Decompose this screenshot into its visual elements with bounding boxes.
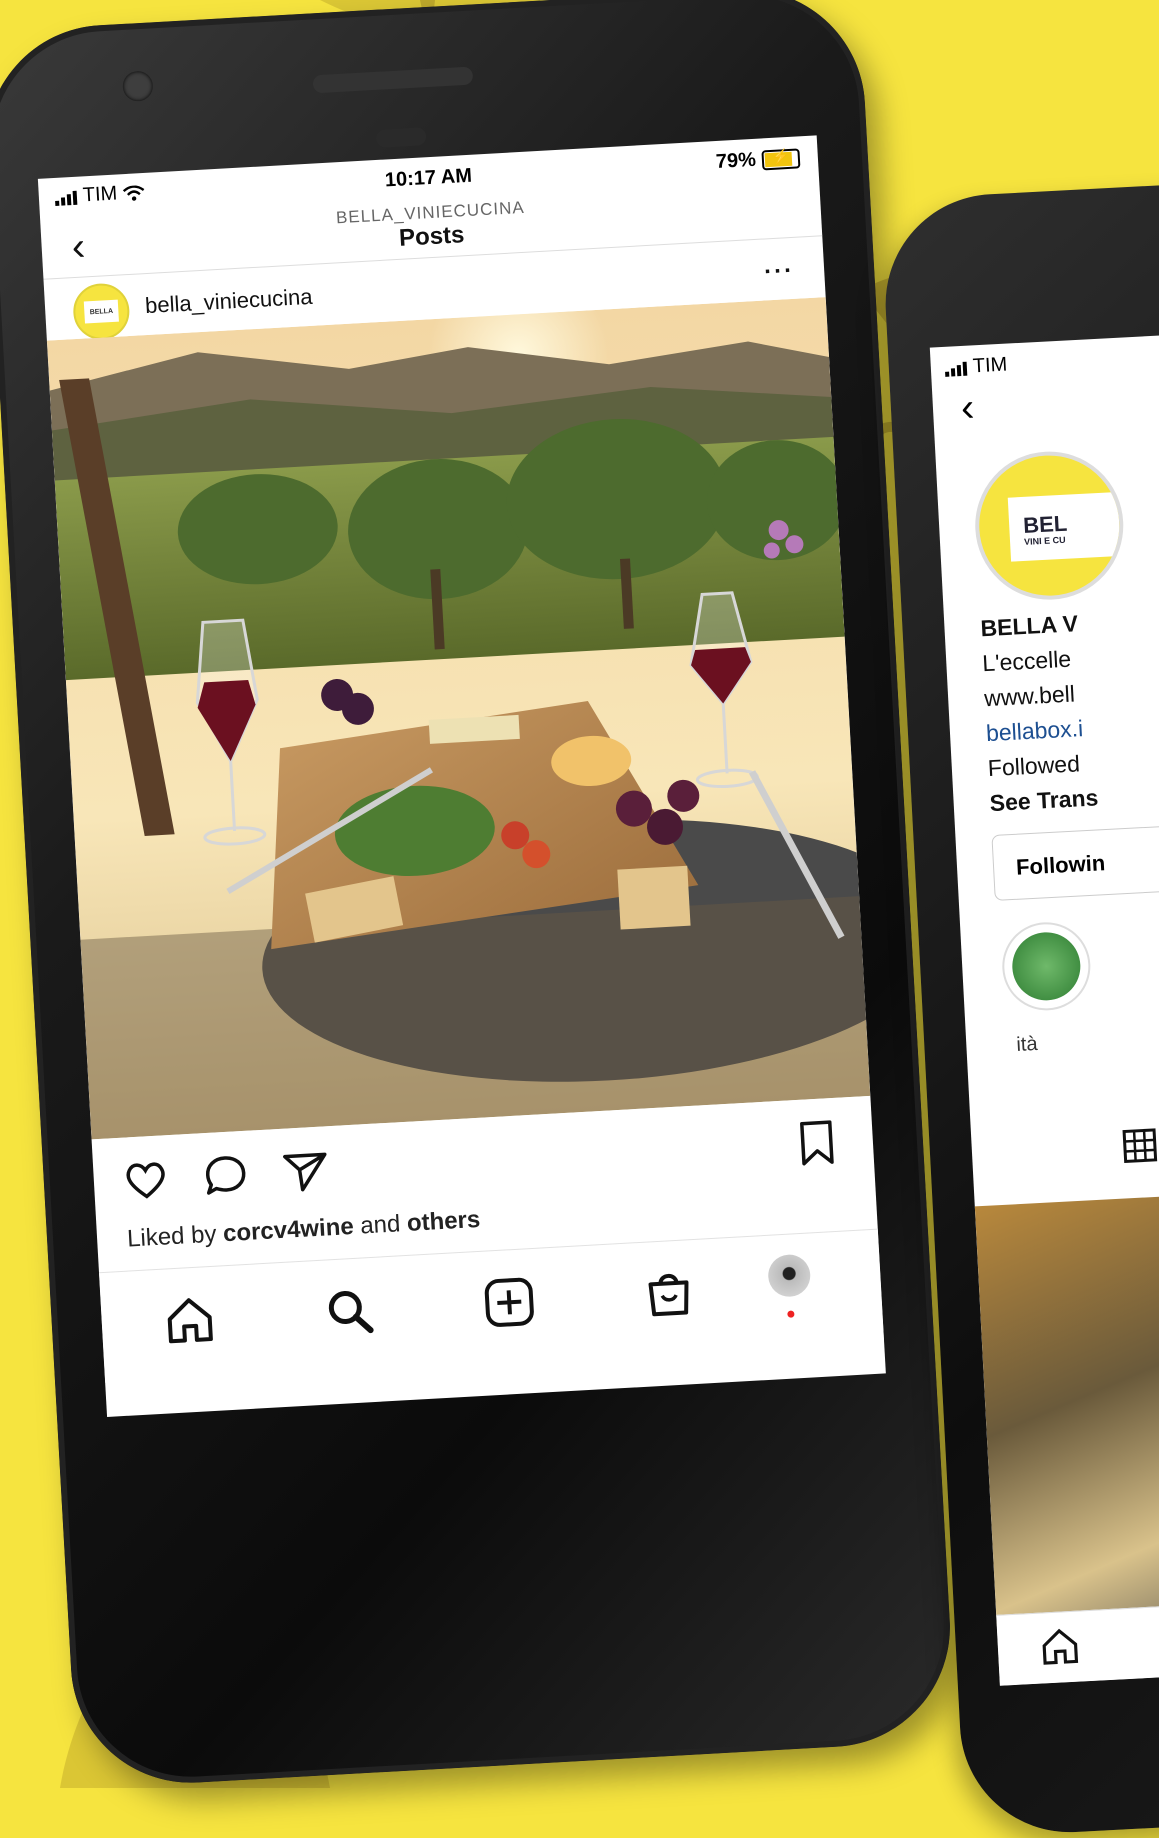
notification-dot [787,1310,795,1318]
comment-icon[interactable] [201,1151,252,1202]
following-button-label: Followin [1015,850,1106,880]
liked-by-others[interactable]: others [406,1206,481,1237]
chevron-left-icon[interactable]: ‹ [960,385,976,431]
post-username[interactable]: bella_viniecucina [144,284,313,319]
phone-screen: TIM 10:17 AM 79% ⚡ ‹ BELLA_VINIECUCINA P… [37,135,886,1417]
profile-bio: L'eccelle [981,645,1072,677]
story-highlight-label: ità [1015,1032,1039,1057]
signal-icon [944,359,968,377]
story-highlight[interactable] [1000,920,1093,1013]
new-post-icon[interactable] [480,1273,539,1332]
earpiece [375,127,427,148]
see-translation-link[interactable]: See Trans [989,784,1099,817]
avatar-logo: BELLA [83,299,119,324]
heart-icon[interactable] [121,1155,172,1206]
grid-icon[interactable] [1121,1127,1159,1165]
avatar[interactable]: BELLA [71,282,131,342]
liked-by-user[interactable]: corcv4wine [222,1213,354,1247]
bottom-nav [98,1228,884,1384]
home-icon[interactable] [160,1291,219,1350]
home-icon[interactable] [1037,1623,1083,1669]
liked-by-suffix: and [352,1209,408,1240]
profile-link[interactable]: bellabox.i [985,715,1083,747]
share-icon[interactable] [280,1146,331,1197]
profile-website: www.bell [983,680,1076,712]
profile-name: BELLA V [979,610,1079,642]
profile-avatar[interactable] [767,1253,812,1298]
followed-by-text[interactable]: Followed [987,750,1080,782]
profile-grid-photos [974,1183,1159,1626]
following-button[interactable]: Followin [991,814,1159,901]
liked-by-text: Liked by corcv4wine and others [126,1206,481,1254]
shop-icon[interactable] [640,1264,699,1323]
main-phone: TIM 10:17 AM 79% ⚡ ‹ BELLA_VINIECUCINA P… [0,0,957,1790]
second-carrier-label: TIM [972,353,1008,378]
liked-by-prefix: Liked by [126,1220,224,1253]
search-icon[interactable] [320,1282,379,1341]
battery-percent: 79% [715,148,757,174]
profile-avatar-large[interactable]: BEL VINI E CU [971,447,1128,604]
post-image [46,297,871,1140]
ellipsis-icon[interactable]: ··· [763,257,795,287]
status-right: 79% ⚡ [715,146,801,174]
second-status-bar: TIM [944,354,1008,380]
battery-icon: ⚡ [761,147,801,170]
bookmark-icon[interactable] [792,1118,843,1169]
